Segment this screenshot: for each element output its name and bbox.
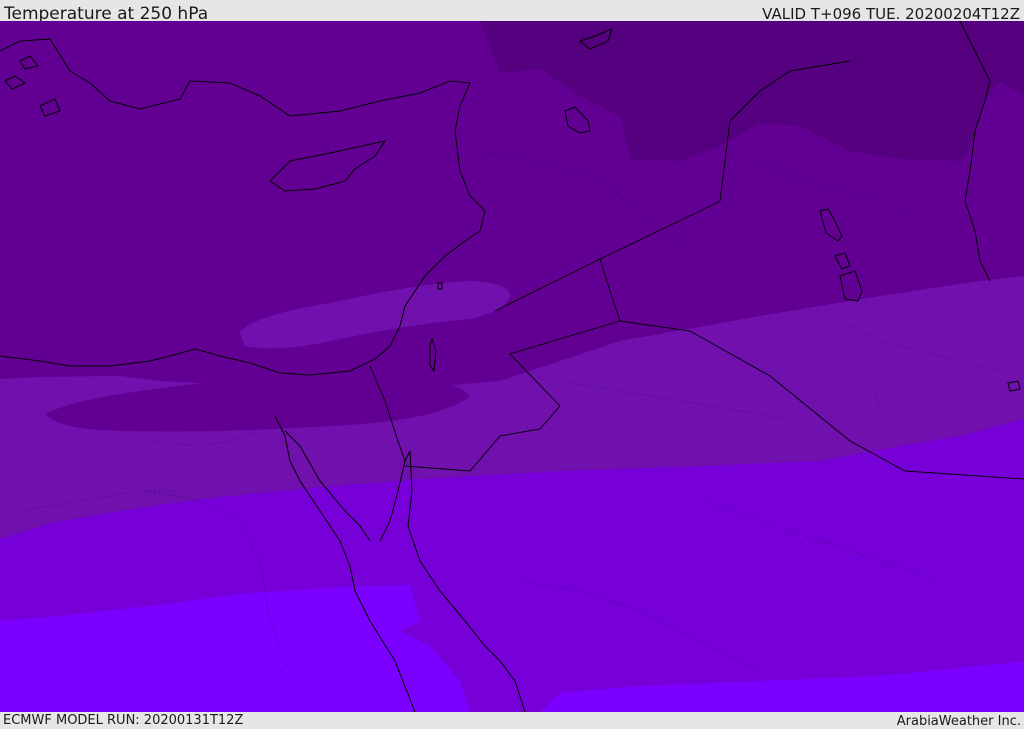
weather-map [0, 21, 1024, 712]
map-frame: Temperature at 250 hPa VALID T+096 TUE. … [0, 0, 1024, 729]
footer-bar: ECMWF MODEL RUN: 20200131T12Z ArabiaWeat… [0, 712, 1024, 729]
header-bar: Temperature at 250 hPa VALID T+096 TUE. … [0, 0, 1024, 21]
map-svg [0, 21, 1024, 712]
valid-time: VALID T+096 TUE. 20200204T12Z [762, 5, 1020, 21]
temperature-bands [0, 21, 1024, 712]
model-run-label: ECMWF MODEL RUN: 20200131T12Z [3, 713, 244, 728]
credit-label: ArabiaWeather Inc. [896, 714, 1021, 729]
map-title: Temperature at 250 hPa [4, 4, 209, 21]
